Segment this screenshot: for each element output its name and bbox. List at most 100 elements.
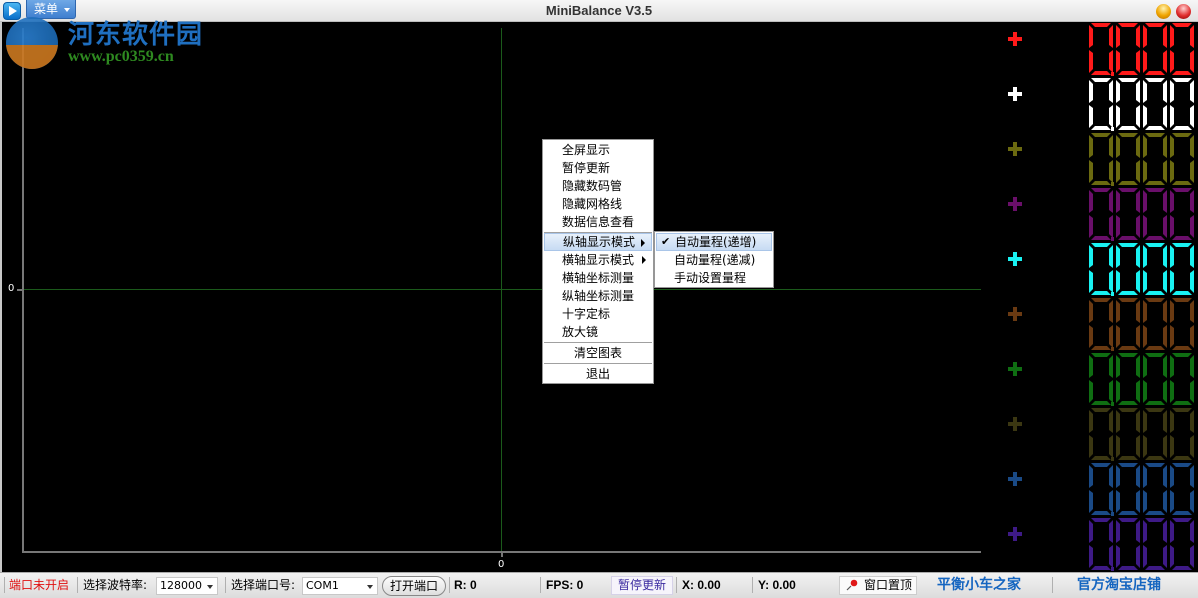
segment-f: [1170, 80, 1174, 103]
minimize-button[interactable]: [1156, 4, 1171, 19]
segment-b: [1163, 520, 1167, 543]
pause-update-button[interactable]: 暂停更新: [611, 576, 673, 595]
segment-f: [1143, 355, 1147, 378]
digit: [1143, 188, 1167, 240]
menu-item-pause-update[interactable]: 暂停更新: [544, 159, 652, 177]
port-number-label: 选择端口号:: [231, 578, 296, 592]
decimal-point: [1111, 292, 1114, 296]
home-link[interactable]: 平衡小车之家: [937, 573, 1021, 597]
menu-item-fullscreen[interactable]: 全屏显示: [544, 141, 652, 159]
channel-row: [1008, 22, 1198, 77]
digit: [1116, 408, 1140, 460]
menu-item-x-measure[interactable]: 横轴坐标测量: [544, 269, 652, 287]
segment-c: [1109, 215, 1113, 238]
segment-d: [1145, 291, 1165, 295]
plus-icon[interactable]: [1008, 417, 1022, 431]
x-tick-label: 0: [498, 559, 505, 570]
digit: [1116, 518, 1140, 570]
submenu-item-auto-increase[interactable]: ✔ 自动量程(递增): [656, 233, 772, 251]
segment-e: [1143, 270, 1147, 293]
digit: [1170, 353, 1194, 405]
segment-f: [1116, 465, 1120, 488]
segment-e: [1089, 215, 1093, 238]
segment-a: [1172, 353, 1192, 357]
segment-e: [1089, 490, 1093, 513]
plus-icon[interactable]: [1008, 252, 1022, 266]
port-number-select[interactable]: COM1: [302, 577, 378, 595]
menu-item-exit[interactable]: 退出: [544, 365, 652, 383]
menu-item-crosshair[interactable]: 十字定标: [544, 305, 652, 323]
menu-item-data-info[interactable]: 数据信息查看: [544, 213, 652, 231]
menu-item-y-measure[interactable]: 纵轴坐标测量: [544, 287, 652, 305]
segment-b: [1163, 80, 1167, 103]
segment-a: [1172, 298, 1192, 302]
baud-rate-select[interactable]: 128000: [156, 577, 218, 595]
plot-left-border: [0, 22, 2, 572]
decimal-point: [1111, 72, 1114, 76]
segment-d: [1118, 511, 1138, 515]
segment-a: [1091, 298, 1111, 302]
plus-icon[interactable]: [1008, 472, 1022, 486]
pin-window-button[interactable]: 窗口置顶: [839, 576, 917, 595]
menu-item-label: 隐藏数码管: [562, 179, 623, 193]
submenu-item-label: 手动设置量程: [674, 271, 747, 285]
menu-item-label: 放大镜: [562, 325, 599, 339]
menu-item-y-axis-mode[interactable]: 纵轴显示模式: [544, 233, 652, 251]
segment-b: [1109, 25, 1113, 48]
segment-d: [1091, 346, 1111, 350]
segment-c: [1109, 160, 1113, 183]
seven-segment-display: [1088, 187, 1196, 241]
open-port-button[interactable]: 打开端口: [382, 576, 446, 596]
plus-icon[interactable]: [1008, 32, 1022, 46]
plus-icon[interactable]: [1008, 197, 1022, 211]
submenu-item-auto-decrease[interactable]: 自动量程(递减): [656, 251, 772, 269]
segment-a: [1118, 463, 1138, 467]
segment-e: [1089, 545, 1093, 568]
y-readout: Y: 0.00: [758, 578, 796, 592]
digit: [1143, 353, 1167, 405]
separator: [4, 577, 5, 593]
pushpin-icon: [846, 579, 858, 591]
seven-segment-display: [1088, 22, 1196, 76]
segment-e: [1116, 270, 1120, 293]
segment-d: [1118, 71, 1138, 75]
seven-segment-display: [1088, 297, 1196, 351]
segment-f: [1116, 300, 1120, 323]
menu-item-x-axis-mode[interactable]: 横轴显示模式: [544, 251, 652, 269]
segment-f: [1116, 190, 1120, 213]
segment-b: [1190, 300, 1194, 323]
close-button[interactable]: [1176, 4, 1191, 19]
digit: [1116, 463, 1140, 515]
title-bar: 菜单 MiniBalance V3.5: [0, 0, 1198, 22]
segment-c: [1190, 215, 1194, 238]
segment-b: [1109, 135, 1113, 158]
segment-a: [1145, 243, 1165, 247]
segment-f: [1089, 520, 1093, 543]
segment-d: [1145, 71, 1165, 75]
plus-icon[interactable]: [1008, 307, 1022, 321]
segment-e: [1116, 160, 1120, 183]
segment-b: [1190, 135, 1194, 158]
menu-item-hide-grid[interactable]: 隐藏网格线: [544, 195, 652, 213]
segment-d: [1118, 456, 1138, 460]
shop-link[interactable]: 官方淘宝店铺: [1077, 573, 1161, 597]
segment-d: [1172, 346, 1192, 350]
context-menu: 全屏显示 暂停更新 隐藏数码管 隐藏网格线 数据信息查看 纵轴显示模式 横轴显示…: [542, 139, 654, 384]
segment-d: [1145, 236, 1165, 240]
plus-icon[interactable]: [1008, 142, 1022, 156]
segment-c: [1163, 490, 1167, 513]
seven-segment-display: [1088, 242, 1196, 296]
plus-icon[interactable]: [1008, 87, 1022, 101]
plus-icon[interactable]: [1008, 362, 1022, 376]
menu-item-clear-chart[interactable]: 清空图表: [544, 344, 652, 362]
segment-c: [1163, 105, 1167, 128]
port-number-value: COM1: [306, 579, 339, 592]
segment-a: [1091, 353, 1111, 357]
segment-f: [1116, 25, 1120, 48]
menu-item-hide-digits[interactable]: 隐藏数码管: [544, 177, 652, 195]
plus-icon[interactable]: [1008, 527, 1022, 541]
segment-c: [1190, 160, 1194, 183]
menu-item-magnifier[interactable]: 放大镜: [544, 323, 652, 341]
submenu-item-manual-range[interactable]: 手动设置量程: [656, 269, 772, 287]
segment-b: [1190, 190, 1194, 213]
